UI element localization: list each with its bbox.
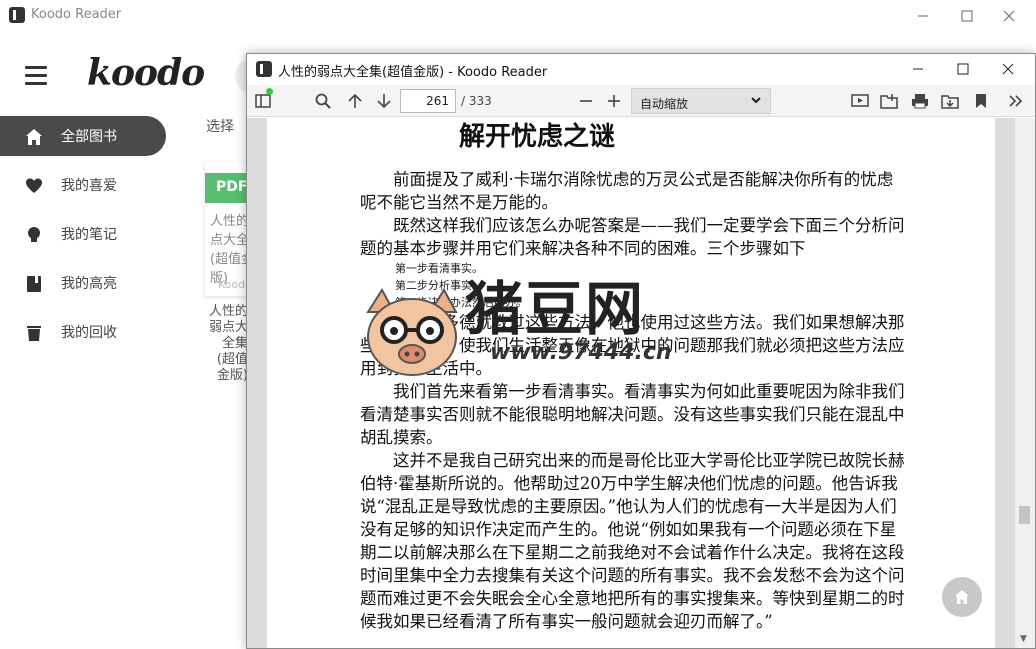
paragraph: 亚里士多德就教过这些方法，他也使用过这些方法。我们如果想解决那些压迫我们、使我们… bbox=[360, 313, 905, 378]
minimize-button[interactable] bbox=[900, 0, 946, 32]
search-icon bbox=[315, 93, 331, 109]
step-line: 第二步分析事实。 bbox=[395, 279, 483, 292]
close-icon bbox=[1002, 63, 1014, 75]
main-titlebar: Koodo Reader bbox=[0, 0, 1036, 32]
paragraph: 前面提及了威利·卡瑞尔消除忧虑的万灵公式是否能解决你所有的忧虑呢不能它当然不是万… bbox=[360, 170, 894, 212]
scroll-down-arrow[interactable]: ▼ bbox=[1020, 634, 1027, 644]
sidebar-item-highlights[interactable]: 我的高亮 bbox=[0, 263, 166, 303]
home-icon bbox=[26, 129, 42, 145]
trash-icon bbox=[27, 326, 41, 341]
koodo-logo: koodo bbox=[87, 52, 205, 94]
maximize-button[interactable] bbox=[944, 0, 990, 32]
bookmark-button[interactable] bbox=[971, 91, 991, 111]
close-icon bbox=[1003, 10, 1015, 22]
page-total: / 333 bbox=[461, 94, 492, 108]
reader-maximize-button[interactable] bbox=[940, 54, 986, 85]
zoom-out-button[interactable] bbox=[576, 91, 596, 111]
previous-page-button[interactable] bbox=[345, 91, 365, 111]
sidebar-item-notes[interactable]: 我的笔记 bbox=[0, 214, 166, 254]
next-page-button[interactable] bbox=[374, 91, 394, 111]
reader-toolbar: 261 / 333 自动缩放 bbox=[247, 85, 1035, 117]
page-number-input[interactable]: 261 bbox=[400, 89, 456, 113]
presentation-mode-button[interactable] bbox=[850, 91, 870, 111]
notification-dot bbox=[266, 88, 273, 95]
print-button[interactable] bbox=[910, 91, 930, 111]
heart-icon bbox=[26, 178, 42, 193]
home-button[interactable] bbox=[942, 577, 982, 617]
sidebar-item-label: 我的笔记 bbox=[61, 227, 117, 243]
bookmark-icon bbox=[976, 94, 986, 108]
sidebar-item-label: 我的回收 bbox=[61, 325, 117, 341]
step-line: 第一步看清事实。 bbox=[395, 262, 483, 275]
reader-close-button[interactable] bbox=[985, 54, 1031, 85]
plus-icon bbox=[608, 95, 620, 107]
home-icon bbox=[955, 590, 969, 604]
arrow-down-icon bbox=[377, 94, 391, 109]
chapter-title: 解开忧虑之谜 bbox=[458, 122, 615, 152]
arrow-up-icon bbox=[348, 93, 362, 108]
highlight-book-icon bbox=[27, 276, 41, 292]
close-button[interactable] bbox=[986, 0, 1032, 32]
menu-icon[interactable] bbox=[25, 66, 47, 86]
pdf-badge: PDF bbox=[205, 173, 247, 203]
paragraph: 我们首先来看第一步看清事实。看清事实为何如此重要呢因为除非我们看清楚事实否则就不… bbox=[360, 382, 905, 447]
sidebar-item-label: 我的高亮 bbox=[61, 276, 117, 292]
paragraph: 既然这样我们应该怎么办呢答案是——我们一定要学会下面三个分析问题的基本步骤并用它… bbox=[360, 216, 905, 258]
sidebar-item-label: 全部图书 bbox=[61, 129, 117, 145]
book-card[interactable]: PDF 人性的弱点大全集(超值金版) Koodo bbox=[205, 162, 247, 296]
more-tools-button[interactable] bbox=[1005, 91, 1025, 111]
paragraph: 这并不是我自己研究出来的而是哥伦比亚大学哥伦比亚学院已故院长赫伯特·霍基斯所说的… bbox=[360, 451, 905, 631]
sidebar-item-label: 我的喜爱 bbox=[61, 178, 117, 194]
app-icon bbox=[9, 7, 25, 23]
select-button[interactable]: 选择 bbox=[206, 116, 234, 136]
open-file-button[interactable] bbox=[879, 91, 899, 111]
presentation-icon bbox=[851, 94, 869, 107]
maximize-icon bbox=[961, 10, 973, 22]
download-icon bbox=[941, 95, 959, 109]
zoom-select[interactable]: 自动缩放 bbox=[631, 88, 771, 114]
zoom-select-value: 自动缩放 bbox=[640, 97, 689, 111]
bulb-icon bbox=[28, 227, 40, 242]
find-button[interactable] bbox=[313, 91, 333, 111]
book-cover-title: 人性的弱点大全集(超值金版) bbox=[210, 214, 247, 286]
book-cover-author: Koodo bbox=[218, 278, 247, 291]
pdf-page: 解开忧虑之谜 前面提及了威利·卡瑞尔消除忧虑的万灵公式是否能解决你所有的忧虑呢不… bbox=[267, 118, 995, 648]
vertical-scrollbar[interactable]: ▼ bbox=[1015, 118, 1035, 648]
print-icon bbox=[912, 94, 928, 109]
sidebar-item-all-books[interactable]: 全部图书 bbox=[0, 116, 166, 156]
double-chevron-right-icon bbox=[1009, 95, 1023, 107]
chevron-down-icon bbox=[751, 97, 761, 104]
reader-window-title: 人性的弱点大全集(超值金版) - Koodo Reader bbox=[278, 65, 548, 80]
minimize-icon bbox=[918, 15, 928, 17]
main-window-title: Koodo Reader bbox=[31, 7, 122, 22]
app-icon bbox=[256, 61, 272, 77]
scrollbar-thumb[interactable] bbox=[1019, 506, 1030, 524]
minimize-icon bbox=[913, 68, 923, 70]
book-caption: 人性的弱点大全集(超值金版) bbox=[208, 304, 248, 383]
minus-icon bbox=[580, 100, 592, 102]
page-body-text: 前面提及了威利·卡瑞尔消除忧虑的万灵公式是否能解决你所有的忧虑呢不能它当然不是万… bbox=[360, 168, 905, 633]
document-viewer[interactable]: 解开忧虑之谜 前面提及了威利·卡瑞尔消除忧虑的万灵公式是否能解决你所有的忧虑呢不… bbox=[247, 118, 1035, 648]
sidebar-toggle-icon bbox=[255, 94, 271, 108]
sidebar-item-favorites[interactable]: 我的喜爱 bbox=[0, 165, 166, 205]
reader-titlebar: 人性的弱点大全集(超值金版) - Koodo Reader bbox=[247, 54, 1035, 85]
zoom-in-button[interactable] bbox=[604, 91, 624, 111]
reader-window: 人性的弱点大全集(超值金版) - Koodo Reader 261 / 333 bbox=[246, 53, 1036, 649]
maximize-icon bbox=[957, 63, 969, 75]
step-line: 第二步决定办法然后照办。 bbox=[395, 296, 527, 309]
sidebar-item-trash[interactable]: 我的回收 bbox=[0, 312, 166, 352]
reader-minimize-button[interactable] bbox=[895, 54, 941, 85]
open-file-icon bbox=[880, 94, 898, 109]
download-button[interactable] bbox=[940, 91, 960, 111]
